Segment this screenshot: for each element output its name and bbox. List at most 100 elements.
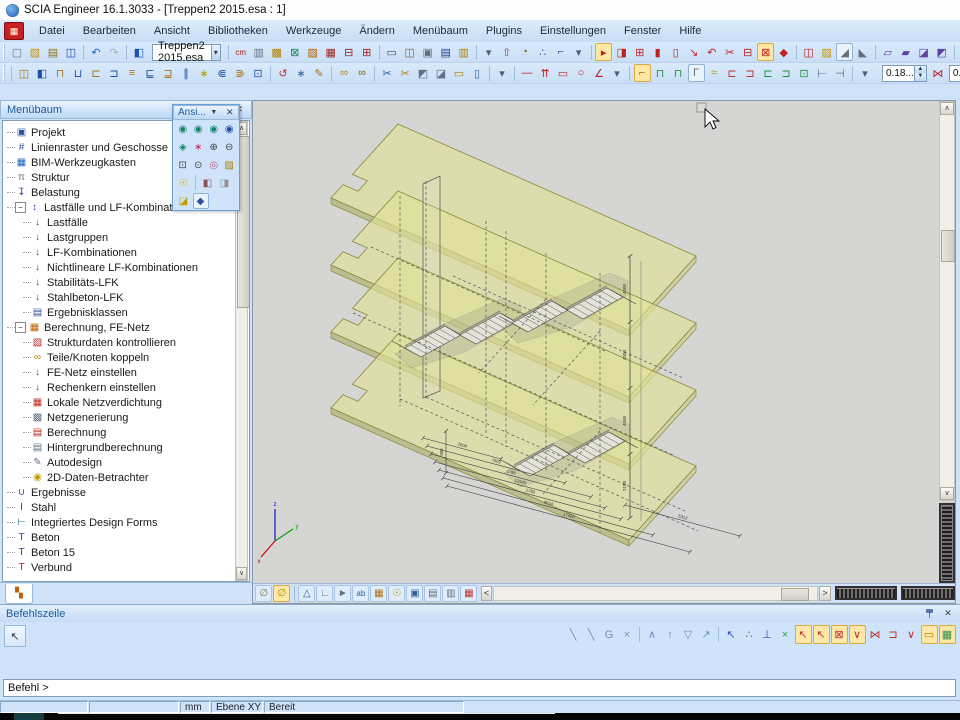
calculator-snap-icon[interactable]: ▦ [939, 625, 956, 644]
menubaum-tab[interactable]: ▚ [5, 584, 33, 604]
open-project-icon[interactable]: ▨ [27, 43, 44, 61]
command-input[interactable] [3, 679, 956, 697]
bim-extend-icon[interactable]: ⊏ [88, 64, 105, 82]
layer-filter-icon[interactable]: ◫ [800, 43, 817, 61]
viewport-hscrollbar[interactable] [493, 586, 818, 601]
select-plate-icon[interactable]: ▮ [649, 43, 666, 61]
section-icon[interactable]: ⊟ [340, 43, 357, 61]
project-window-icon[interactable]: ◧ [131, 43, 148, 61]
step-spinner[interactable]: 0.18... ▲▼ [882, 65, 927, 82]
render-fast-icon[interactable]: ◧ [200, 175, 216, 191]
point-grid-icon[interactable]: ∴ [534, 43, 551, 61]
select-curve-icon[interactable]: ↘ [685, 43, 702, 61]
tree-scroll-down-icon[interactable]: ∨ [236, 567, 247, 580]
save-all-icon[interactable]: ▤ [45, 43, 62, 61]
stamp-2-icon[interactable]: ▯ [469, 64, 486, 82]
snap-tangent-icon[interactable]: G [601, 625, 618, 644]
sidebar-item-teile-knoten-koppeln[interactable]: ∞Teile/Knoten koppeln [3, 350, 235, 365]
bim-pack-icon[interactable]: ⊡ [250, 64, 267, 82]
sidebar-item-beton-15[interactable]: TBeton 15 [3, 545, 235, 560]
befehlszeile-close-icon[interactable]: ✕ [940, 606, 956, 621]
angle-icon[interactable]: ∠ [591, 64, 608, 82]
table-view-1-icon[interactable]: ▤ [424, 585, 441, 602]
select-solid-icon[interactable]: ▯ [667, 43, 684, 61]
more-icon[interactable]: ▾ [857, 64, 874, 82]
bim-fit-icon[interactable]: ⋑ [232, 64, 249, 82]
sidebar-item-stahl[interactable]: IStahl [3, 500, 235, 515]
search-icon[interactable]: ∞ [354, 64, 371, 82]
step-spinner-down-icon[interactable]: ▼ [915, 73, 926, 81]
shrink-members-icon[interactable]: △ [298, 585, 315, 602]
sidebar-item-hintergrundberechnung[interactable]: ▤Hintergrundberechnung [3, 440, 235, 455]
plate-4-icon[interactable]: ≈ [706, 64, 723, 82]
befehlszeile-header[interactable]: Befehlszeile ✕ [0, 605, 960, 622]
palette-close-icon[interactable]: ✕ [222, 105, 238, 120]
sidebar-item-fe-netz-einstellen[interactable]: ↓FE-Netz einstellen [3, 365, 235, 380]
sidebar-item-stahlbeton-lfk[interactable]: ↓Stahlbeton-LFK [3, 290, 235, 305]
menu-hilfe[interactable]: Hilfe [670, 22, 710, 40]
layers-icon[interactable]: ▥ [250, 43, 267, 61]
project-combo[interactable]: Treppen2 2015.esa ▾ [152, 44, 221, 61]
view-filter-2-icon[interactable]: ◣ [854, 43, 871, 61]
view-y-icon[interactable]: ◉ [191, 121, 206, 137]
more-icon[interactable]: ▾ [480, 43, 497, 61]
bim-trim-icon[interactable]: ⊐ [106, 64, 123, 82]
units-icon[interactable]: cm [232, 43, 249, 61]
menu--ndern[interactable]: Ändern [350, 22, 403, 40]
select-all-icon[interactable]: ⊠ [757, 43, 774, 61]
trim-icon[interactable]: ✂ [379, 64, 396, 82]
sidebar-item-nichtlineare-lf-kombinationen[interactable]: ↓Nichtlineare LF-Kombinationen [3, 260, 235, 275]
sidebar-item-strukturdaten-kontrollieren[interactable]: ▧Strukturdaten kontrollieren [3, 335, 235, 350]
undo-icon[interactable]: ↶ [88, 43, 105, 61]
bim-offset-icon[interactable]: ∥ [178, 64, 195, 82]
zoom-window-icon[interactable]: ⊡ [176, 157, 191, 173]
line-icon[interactable]: — [519, 64, 536, 82]
bim-subset-icon[interactable]: ⋐ [214, 64, 231, 82]
supports-icon[interactable]: ► [334, 585, 351, 602]
view-x-icon[interactable]: ◉ [176, 121, 191, 137]
calculator-icon[interactable]: ▣ [419, 43, 436, 61]
sidebar-item-beton[interactable]: TBeton [3, 530, 235, 545]
deselect-icon[interactable]: ✂ [721, 43, 738, 61]
view-filter-1-icon[interactable]: ◢ [836, 43, 853, 61]
viewport-scroll-down-icon[interactable]: ∨ [940, 487, 954, 500]
snap-node-icon[interactable]: ∨ [903, 625, 920, 644]
print-icon[interactable]: ▭ [383, 43, 400, 61]
snap-endpoint-icon[interactable]: ↖ [813, 625, 830, 644]
view-axo-icon[interactable]: ◉ [222, 121, 237, 137]
zoom-previous-icon[interactable]: ◎ [207, 157, 222, 173]
sidebar-item-lf-kombinationen[interactable]: ↓LF-Kombinationen [3, 245, 235, 260]
grid-view-icon[interactable]: ▦ [460, 585, 477, 602]
scia-logo-icon[interactable]: ▦ [4, 22, 24, 40]
light-params-icon[interactable]: ☉ [388, 585, 405, 602]
more-icon[interactable]: ▾ [570, 43, 587, 61]
regenerate-icon[interactable]: ↺ [275, 64, 292, 82]
sidebar-item-lokale-netzverdichtung[interactable]: ▦Lokale Netzverdichtung [3, 395, 235, 410]
viewport-hscroll-thumb[interactable] [781, 588, 809, 601]
snap-peak-icon[interactable]: ∧ [644, 625, 661, 644]
snap-green-icon[interactable]: × [777, 625, 794, 644]
plate-6-icon[interactable]: ⊐ [742, 64, 759, 82]
render-off-icon[interactable]: ∅ [255, 585, 272, 602]
plate-8-icon[interactable]: ⊐ [778, 64, 795, 82]
combo-dropdown-icon[interactable]: ▾ [211, 45, 220, 60]
sidebar-item-autodesign[interactable]: ✎Autodesign [3, 455, 235, 470]
plate-3-icon[interactable]: Γ [688, 64, 705, 82]
sidebar-item-2d-daten-betrachter[interactable]: ◉2D-Daten-Betrachter [3, 470, 235, 485]
rectangle-icon[interactable]: ▭ [555, 64, 572, 82]
plate-1-icon[interactable]: ⊓ [652, 64, 669, 82]
toolbar-grip[interactable] [3, 44, 5, 60]
save-icon[interactable]: ◫ [63, 43, 80, 61]
bim-array-icon[interactable]: ⊑ [142, 64, 159, 82]
model-3d-scene[interactable]: 2504750217801254017509624174005313900450… [253, 101, 939, 583]
zoom-out-icon[interactable]: ⊖ [222, 139, 237, 155]
pin-icon[interactable] [925, 608, 934, 619]
dimension-icon[interactable]: ⌐ [552, 43, 569, 61]
select-previous-icon[interactable]: ↶ [703, 43, 720, 61]
member-icon[interactable]: ⊞ [358, 43, 375, 61]
toolbar-grip[interactable] [3, 65, 5, 81]
snap-direction-icon[interactable]: ↗ [698, 625, 715, 644]
coordinates-icon[interactable]: ⊠ [286, 43, 303, 61]
snap-ortho-icon[interactable]: ∨ [849, 625, 866, 644]
viewport-scroll-left-icon[interactable]: < [481, 586, 492, 601]
